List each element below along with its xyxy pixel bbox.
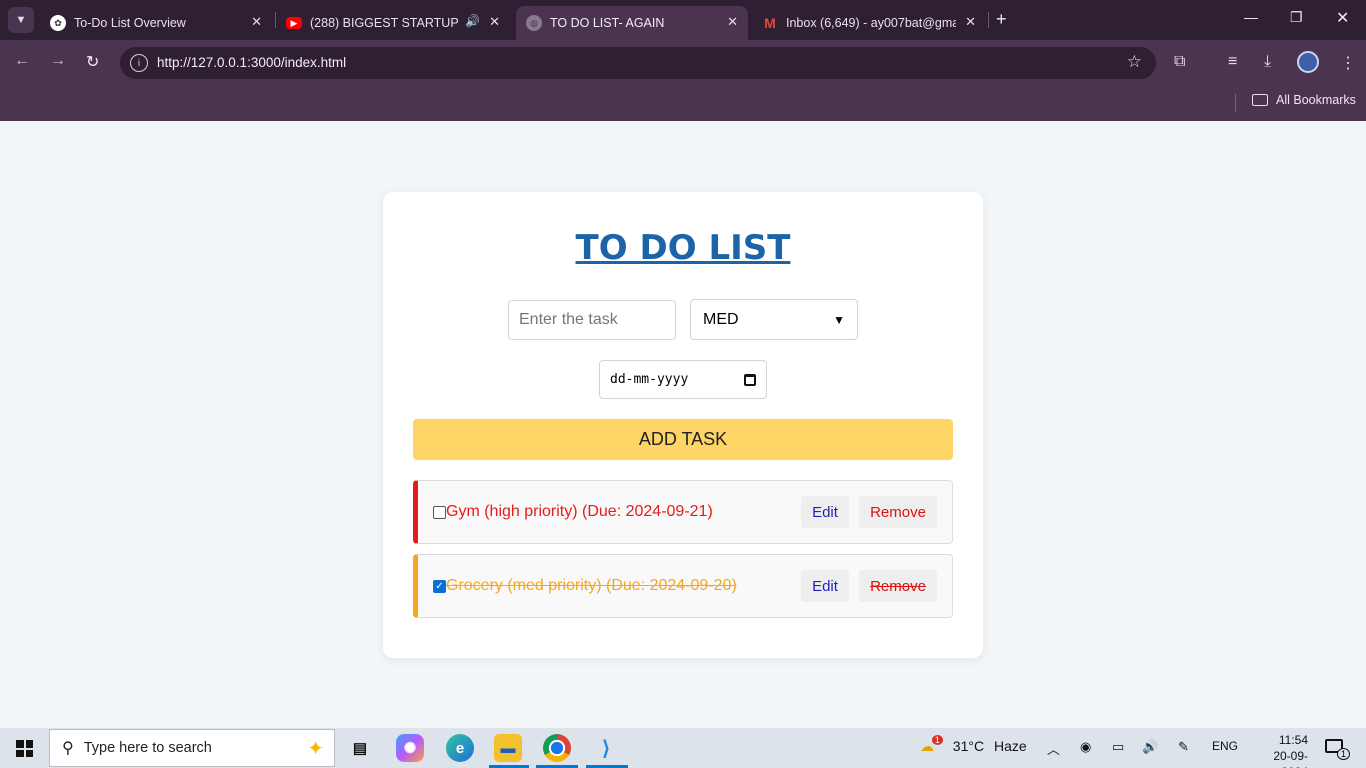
todo-card: TO DO LIST MED ▼ dd-mm-yyyy ADD TASK Gym… <box>383 192 983 658</box>
clock[interactable]: 11:54 20-09-2024 <box>1248 732 1308 768</box>
back-arrow-icon[interactable]: ← <box>14 52 30 70</box>
globe-icon: ◍ <box>526 15 542 31</box>
copilot-sparkle-icon[interactable]: ✦ <box>307 736 324 761</box>
tab-todo-overview[interactable]: ✿ To-Do List Overview ✕ <box>40 6 272 40</box>
language-indicator[interactable]: ENG <box>1212 739 1238 753</box>
checkmark-icon: ✓ <box>435 581 444 592</box>
clock-time: 11:54 <box>1278 733 1308 747</box>
edit-button[interactable]: Edit <box>801 570 849 602</box>
search-icon: ⚲ <box>62 740 74 757</box>
task-text: Grocery (med priority) (Due: 2024-09-20) <box>446 577 737 594</box>
bookmarks-bar: All Bookmarks <box>0 86 1366 121</box>
task-checkbox[interactable] <box>433 506 446 519</box>
windows-taskbar: ⚲ Type here to search ✦ ▤ ✺ e ▬ ⟩ ☁ 1 31… <box>0 728 1366 768</box>
weather-alert-badge: 1 <box>931 735 943 745</box>
due-date-input[interactable]: dd-mm-yyyy <box>599 360 767 399</box>
calendar-icon[interactable] <box>744 373 756 386</box>
bookmark-star-icon[interactable]: ☆ <box>1127 52 1142 72</box>
browser-toolbar: ← → ↻ i http://127.0.0.1:3000/index.html… <box>0 40 1366 86</box>
tab-search-button[interactable]: ▼ <box>8 7 34 33</box>
address-bar[interactable]: i http://127.0.0.1:3000/index.html ☆ <box>120 47 1156 79</box>
camera-icon[interactable]: ◉ <box>1080 739 1091 755</box>
tab-youtube[interactable]: ▶ (288) BIGGEST STARTUP CO 🔊 ✕ <box>276 6 510 40</box>
download-icon[interactable]: ⤓ <box>1264 53 1271 71</box>
chevron-up-icon[interactable]: ︿ <box>1047 739 1060 758</box>
copilot-icon[interactable]: ✺ <box>396 734 424 762</box>
remove-button[interactable]: Remove <box>859 570 937 602</box>
window-close-icon[interactable]: ✕ <box>1336 8 1349 28</box>
forward-arrow-icon[interactable]: → <box>50 52 66 70</box>
new-tab-plus-icon[interactable]: + <box>996 9 1007 30</box>
battery-icon[interactable]: ▭ <box>1112 739 1124 755</box>
weather-desc: Haze <box>993 738 1027 754</box>
date-placeholder: dd-mm-yyyy <box>610 372 689 387</box>
close-tab-icon[interactable]: ✕ <box>965 14 976 30</box>
search-placeholder: Type here to search <box>83 740 212 756</box>
weather-temp: 31°C <box>952 738 985 754</box>
chevron-down-icon: ▼ <box>833 312 845 327</box>
gmail-icon: M <box>764 15 776 31</box>
close-tab-icon[interactable]: ✕ <box>727 14 738 30</box>
all-bookmarks-link[interactable]: All Bookmarks <box>1276 93 1356 107</box>
remove-button[interactable]: Remove <box>859 496 937 528</box>
vscode-icon[interactable]: ⟩ <box>592 734 620 762</box>
task-input[interactable] <box>508 300 676 340</box>
weather-widget[interactable]: ☁ 1 31°C Haze <box>920 735 1027 755</box>
file-explorer-icon[interactable]: ▬ <box>494 734 522 762</box>
chatgpt-icon: ✿ <box>50 15 66 31</box>
volume-icon[interactable]: 🔊 <box>1142 739 1158 755</box>
clock-date: 20-09-2024 <box>1273 749 1308 768</box>
task-checkbox[interactable]: ✓ <box>433 580 446 593</box>
minimize-icon[interactable]: — <box>1244 9 1258 25</box>
taskbar-search-box[interactable]: ⚲ Type here to search ✦ <box>49 729 335 767</box>
menu-kebab-icon[interactable]: ⋮ <box>1340 53 1356 73</box>
priority-select[interactable]: MED ▼ <box>690 299 858 340</box>
pen-icon[interactable]: ✎ <box>1178 739 1189 755</box>
close-tab-icon[interactable]: ✕ <box>251 14 262 30</box>
task-item: ✓ Grocery (med priority) (Due: 2024-09-2… <box>413 554 953 618</box>
speaker-icon[interactable]: 🔊 <box>465 14 480 28</box>
task-item: Gym (high priority) (Due: 2024-09-21) Ed… <box>413 480 953 544</box>
youtube-icon: ▶ <box>286 17 302 29</box>
add-task-button[interactable]: ADD TASK <box>413 419 953 460</box>
tab-gmail[interactable]: M Inbox (6,649) - ay007bat@gma ✕ <box>752 6 986 40</box>
url-text[interactable]: http://127.0.0.1:3000/index.html <box>157 55 346 70</box>
reload-icon[interactable]: ↻ <box>86 52 99 72</box>
chevron-down-icon: ▼ <box>15 14 27 26</box>
tab-todo-again[interactable]: ◍ TO DO LIST- AGAIN ✕ <box>516 6 748 40</box>
windows-start-icon[interactable] <box>16 740 33 757</box>
extensions-icon[interactable]: ⧉ <box>1174 53 1185 71</box>
edge-icon[interactable]: e <box>446 734 474 762</box>
media-controls-icon[interactable]: ≡ <box>1228 53 1237 71</box>
chrome-icon[interactable] <box>543 734 571 762</box>
profile-avatar[interactable] <box>1297 51 1319 73</box>
task-view-icon[interactable]: ▤ <box>346 734 374 762</box>
task-text: Gym (high priority) (Due: 2024-09-21) <box>446 503 713 520</box>
priority-selected-value: MED <box>703 310 739 328</box>
close-tab-icon[interactable]: ✕ <box>489 14 500 30</box>
edit-button[interactable]: Edit <box>801 496 849 528</box>
browser-tab-strip: ▼ ✿ To-Do List Overview ✕ ▶ (288) BIGGES… <box>0 0 1366 40</box>
site-info-icon[interactable]: i <box>130 54 148 72</box>
restore-icon[interactable]: ❐ <box>1290 9 1303 26</box>
folder-icon[interactable] <box>1252 94 1268 106</box>
notification-count: 1 <box>1337 748 1351 760</box>
page-title: TO DO LIST <box>575 228 791 268</box>
